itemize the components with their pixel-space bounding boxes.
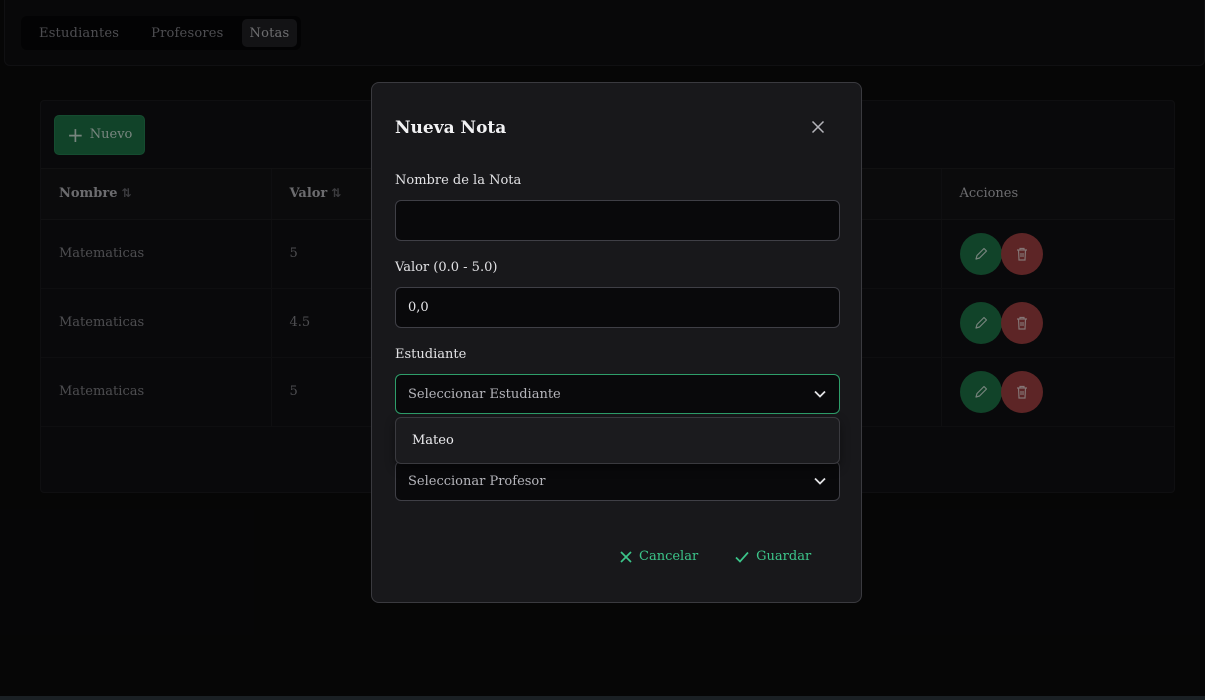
bottom-border xyxy=(0,696,1205,700)
estudiante-label: Estudiante xyxy=(395,347,467,362)
profesor-select[interactable]: Seleccionar Profesor xyxy=(395,461,840,501)
cancel-button[interactable]: Cancelar xyxy=(619,549,698,564)
nombre-label: Nombre de la Nota xyxy=(395,173,522,188)
estudiante-dropdown: Mateo xyxy=(395,417,840,464)
estudiante-select-value: Seleccionar Estudiante xyxy=(408,386,561,402)
close-icon xyxy=(811,120,825,134)
chevron-down-icon xyxy=(814,390,826,398)
check-icon xyxy=(735,551,749,563)
nombre-input[interactable] xyxy=(395,200,840,241)
profesor-select-value: Seleccionar Profesor xyxy=(408,473,546,489)
dialog-title: Nueva Nota xyxy=(395,118,507,138)
close-icon xyxy=(620,550,632,563)
close-button[interactable] xyxy=(808,117,828,137)
dropdown-option-mateo[interactable]: Mateo xyxy=(412,433,454,448)
save-button[interactable]: Guardar xyxy=(734,549,811,564)
nueva-nota-dialog: Nueva Nota Nombre de la Nota Valor (0.0 … xyxy=(371,82,862,603)
chevron-down-icon xyxy=(814,477,826,485)
valor-label: Valor (0.0 - 5.0) xyxy=(395,260,498,275)
valor-input[interactable]: 0,0 xyxy=(395,287,840,328)
dialog-actions: Cancelar Guardar xyxy=(619,549,811,564)
estudiante-select[interactable]: Seleccionar Estudiante xyxy=(395,374,840,414)
save-button-label: Guardar xyxy=(756,549,812,564)
cancel-button-label: Cancelar xyxy=(639,549,699,564)
